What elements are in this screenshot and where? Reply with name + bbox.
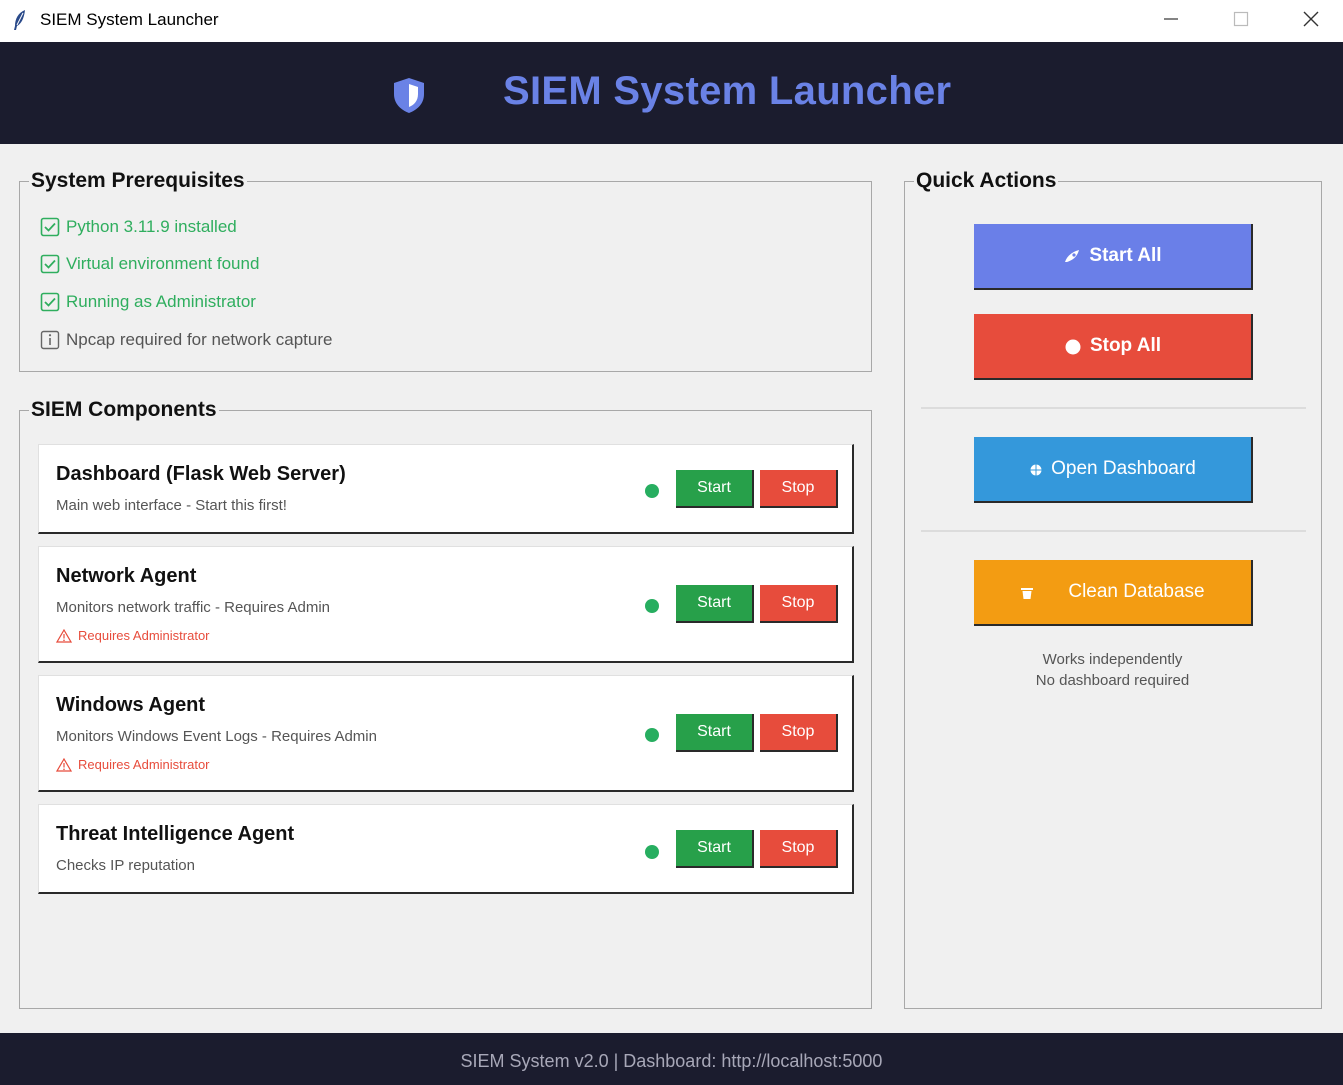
component-card-network-agent: Network Agent Monitors network traffic -… [38, 546, 854, 663]
header-banner: SIEM System Launcher [0, 42, 1343, 144]
component-name: Threat Intelligence Agent [56, 823, 295, 845]
start-button[interactable]: Start [676, 714, 754, 752]
maximize-icon [1233, 11, 1249, 27]
window-title: SIEM System Launcher [40, 10, 219, 29]
footer-status-text: SIEM System v2.0 | Dashboard: http://loc… [460, 1051, 883, 1071]
rocket-icon [1063, 248, 1081, 264]
warning-icon [56, 628, 72, 643]
component-description: Main web interface - Start this first! [56, 497, 287, 514]
quick-actions-title: Quick Actions [914, 169, 1059, 193]
start-all-label: Start All [1089, 245, 1162, 266]
warning-icon [56, 757, 72, 772]
prereq-label: Python 3.11.9 installed [66, 217, 237, 236]
clean-note-line1: Works independently [1042, 651, 1183, 668]
admin-warning-text: Requires Administrator [78, 757, 210, 772]
shield-icon [394, 78, 424, 113]
component-card-threat-intel: Threat Intelligence Agent Checks IP repu… [38, 804, 854, 894]
maximize-button[interactable] [1206, 0, 1276, 38]
minimize-icon [1164, 18, 1178, 20]
clean-database-label: Clean Database [1068, 581, 1205, 602]
component-card-dashboard: Dashboard (Flask Web Server) Main web in… [38, 444, 854, 534]
status-indicator [645, 845, 659, 859]
stop-button[interactable]: Stop [760, 470, 838, 508]
page-title: SIEM System Launcher [503, 69, 952, 113]
info-icon [40, 330, 60, 350]
prereq-label: Running as Administrator [66, 292, 256, 311]
prereq-item-python: Python 3.11.9 installed [40, 216, 237, 238]
component-name: Dashboard (Flask Web Server) [56, 463, 346, 485]
prerequisites-title: System Prerequisites [29, 169, 247, 193]
stop-button[interactable]: Stop [760, 585, 838, 623]
component-name: Windows Agent [56, 694, 206, 716]
stop-button[interactable]: Stop [760, 830, 838, 868]
start-button[interactable]: Start [676, 830, 754, 868]
admin-warning-text: Requires Administrator [78, 628, 210, 643]
open-dashboard-label: Open Dashboard [1051, 458, 1196, 479]
prereq-item-admin: Running as Administrator [40, 291, 256, 313]
component-description: Monitors network traffic - Requires Admi… [56, 599, 330, 616]
check-box-icon [40, 217, 60, 237]
globe-icon [1029, 462, 1043, 476]
component-card-windows-agent: Windows Agent Monitors Windows Event Log… [38, 675, 854, 792]
start-all-button[interactable]: Start All [974, 224, 1253, 290]
prereq-item-npcap: Npcap required for network capture [40, 329, 332, 351]
prereq-label: Virtual environment found [66, 254, 260, 273]
start-button[interactable]: Start [676, 585, 754, 623]
stop-all-button[interactable]: Stop All [974, 314, 1253, 380]
component-description: Checks IP reputation [56, 857, 195, 874]
component-description: Monitors Windows Event Logs - Requires A… [56, 728, 377, 745]
stop-sign-icon [1064, 337, 1082, 355]
minimize-button[interactable] [1136, 0, 1206, 38]
status-indicator [645, 728, 659, 742]
check-box-icon [40, 292, 60, 312]
window-titlebar: SIEM System Launcher [0, 0, 1343, 42]
check-box-icon [40, 254, 60, 274]
footer-bar: SIEM System v2.0 | Dashboard: http://loc… [0, 1033, 1343, 1085]
start-button[interactable]: Start [676, 470, 754, 508]
admin-warning: Requires Administrator [56, 757, 210, 772]
divider [921, 407, 1306, 409]
component-name: Network Agent [56, 565, 197, 587]
status-indicator [645, 599, 659, 613]
open-dashboard-button[interactable]: Open Dashboard [974, 437, 1253, 503]
close-button[interactable] [1276, 0, 1343, 38]
status-indicator [645, 484, 659, 498]
stop-all-label: Stop All [1089, 335, 1162, 356]
clean-note-line2: No dashboard required [1035, 672, 1190, 689]
feather-icon [14, 10, 25, 30]
trash-icon [1020, 584, 1034, 600]
prereq-label: Npcap required for network capture [66, 330, 333, 349]
components-title: SIEM Components [29, 398, 219, 422]
divider [921, 530, 1306, 532]
admin-warning: Requires Administrator [56, 628, 210, 643]
close-icon [1303, 11, 1319, 27]
clean-database-button[interactable]: Clean Database [974, 560, 1253, 626]
prereq-item-venv: Virtual environment found [40, 253, 259, 275]
stop-button[interactable]: Stop [760, 714, 838, 752]
